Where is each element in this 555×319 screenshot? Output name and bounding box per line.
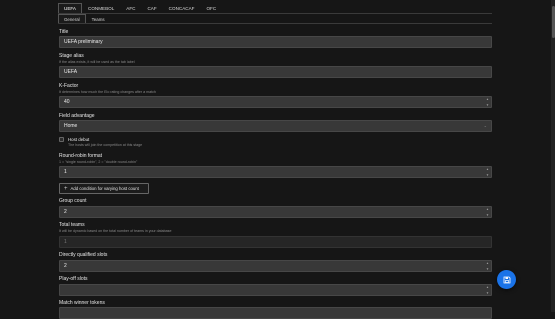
tab-caf[interactable]: CAF [141,3,162,13]
round-robin-help: 1 = "single round-robin", 2 = "double ro… [59,160,138,164]
spin-down-icon[interactable]: ▼ [486,214,489,217]
playoff-slots-label: Play-off slots [59,276,88,282]
field-advantage-select[interactable]: Home ⌄ [59,120,492,132]
stage-alias-help: If the alias exists, it will be used as … [59,60,135,64]
spin-up-icon[interactable]: ▲ [486,168,489,171]
round-robin-input[interactable]: 1 ▲ ▼ [59,166,492,178]
spin-up-icon[interactable]: ▲ [486,208,489,211]
spin-down-icon[interactable]: ▼ [486,104,489,107]
title-label: Title [59,29,69,35]
group-count-spinner[interactable]: ▲ ▼ [486,208,489,217]
group-count-label: Group count [59,198,87,204]
tab-conmebol[interactable]: CONMEBOL [82,3,120,13]
scrollbar-thumb[interactable] [551,6,555,38]
tab-general[interactable]: General [58,14,86,23]
field-advantage-label: Field advantage [59,113,95,119]
playoff-slots-spinner[interactable]: ▲ ▼ [486,286,489,295]
host-debut-checkbox[interactable] [59,137,64,142]
directly-qualified-label: Directly qualified slots [59,252,108,258]
spin-down-icon[interactable]: ▼ [486,174,489,177]
tab-teams[interactable]: Teams [86,14,111,23]
plus-icon: + [64,186,68,192]
page-scrollbar[interactable] [551,0,555,312]
stage-alias-input[interactable]: UEFA [59,66,492,78]
stage-tabs: UEFA CONMEBOL AFC CAF CONCACAF OFC [58,3,492,14]
k-factor-help: It determines how much the Elo rating ch… [59,90,156,94]
match-winner-tokens-input[interactable] [59,307,492,319]
chevron-down-icon: ⌄ [483,123,487,128]
stage-alias-value: UEFA [64,69,78,75]
add-condition-label: Add condition for varying host count [70,186,139,191]
playoff-slots-input[interactable]: ▲ ▼ [59,284,492,296]
round-robin-value: 1 [64,169,67,175]
add-condition-button[interactable]: + Add condition for varying host count [59,183,149,194]
save-icon [503,276,510,283]
tab-concacaf[interactable]: CONCACAF [163,3,201,13]
spin-up-icon[interactable]: ▲ [486,262,489,265]
field-advantage-value: Home [64,123,78,129]
tab-ofc[interactable]: OFC [200,3,222,13]
host-debut-label: Host debut [68,137,90,142]
tab-afc[interactable]: AFC [120,3,141,13]
spin-down-icon[interactable]: ▼ [486,268,489,271]
title-value: UEFA preliminary [64,39,103,45]
round-robin-label: Round-robin format [59,153,103,159]
k-factor-input[interactable]: 40 ▲ ▼ [59,96,492,108]
directly-qualified-spinner[interactable]: ▲ ▼ [486,262,489,271]
match-winner-tokens-label: Match winner tokens [59,300,105,306]
directly-qualified-value: 2 [64,263,67,269]
group-count-value: 2 [64,209,67,215]
total-teams-input: 1 [59,236,492,248]
spin-down-icon[interactable]: ▼ [486,292,489,295]
total-teams-value: 1 [64,239,67,245]
total-teams-label: Total teams [59,222,85,228]
group-count-input[interactable]: 2 ▲ ▼ [59,206,492,218]
tab-uefa[interactable]: UEFA [58,3,82,13]
total-teams-help: It will be dynamic based on the total nu… [59,229,172,233]
title-input[interactable]: UEFA preliminary [59,36,492,48]
k-factor-spinner[interactable]: ▲ ▼ [486,98,489,107]
k-factor-label: K-Factor [59,83,79,89]
directly-qualified-input[interactable]: 2 ▲ ▼ [59,260,492,272]
round-robin-spinner[interactable]: ▲ ▼ [486,168,489,177]
stage-alias-label: Stage alias [59,53,84,59]
spin-up-icon[interactable]: ▲ [486,286,489,289]
section-tabs: General Teams [58,14,492,24]
k-factor-value: 40 [64,99,70,105]
host-debut-help: The hosts will join the competition at t… [68,143,143,147]
spin-up-icon[interactable]: ▲ [486,98,489,101]
save-button[interactable] [497,270,516,289]
